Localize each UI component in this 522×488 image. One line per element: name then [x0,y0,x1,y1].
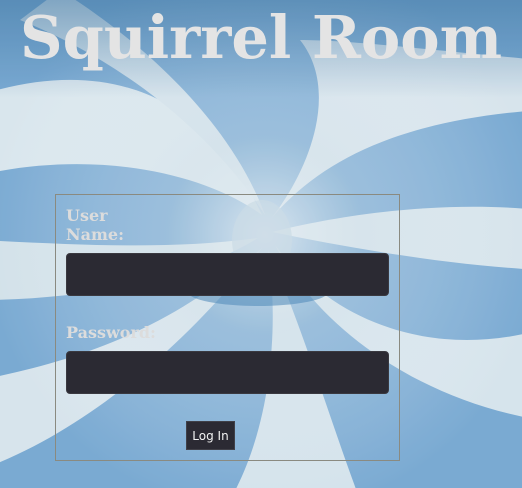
password-input[interactable] [66,351,389,394]
username-input[interactable] [66,253,389,296]
login-form: User Name: Password: Log In [55,194,400,461]
login-button[interactable]: Log In [186,421,235,450]
password-label: Password: [66,323,156,342]
page-title: Squirrel Room [20,3,502,72]
username-label: User Name: [66,206,125,244]
